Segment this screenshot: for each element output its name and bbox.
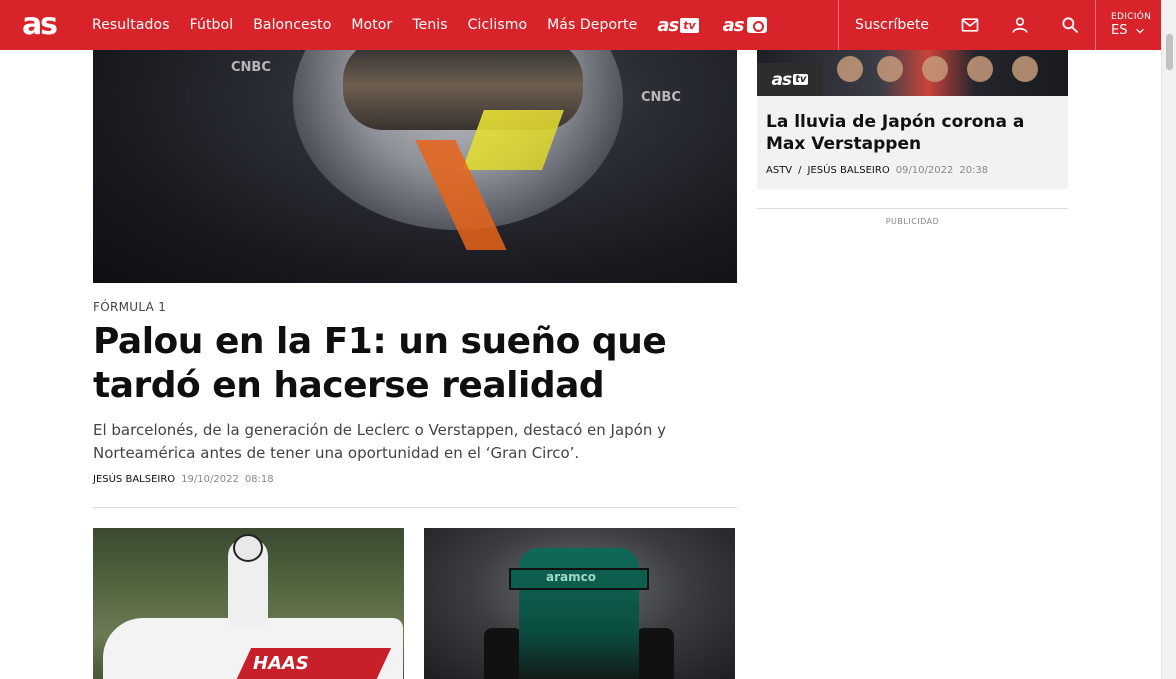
crowd-face — [922, 56, 948, 82]
crowd-face — [837, 56, 863, 82]
edition-label: EDICIÓN — [1111, 12, 1152, 22]
nav-item-ciclismo[interactable]: Ciclismo — [468, 17, 527, 33]
page-scrollbar[interactable] — [1161, 0, 1176, 679]
header-actions: Suscríbete EDICIÓN ES — [838, 0, 1165, 50]
mail-icon — [961, 18, 979, 32]
astv-badge-tv: tv — [793, 74, 809, 85]
haas-logo-text: HAAS — [253, 653, 309, 674]
newsletter-button[interactable] — [945, 0, 995, 50]
related-article-image-aston[interactable]: aramco — [424, 528, 735, 679]
sidebar-card-time: 20:38 — [959, 165, 989, 176]
camera-icon — [746, 17, 767, 33]
sidebar-card-meta: ASTV / JESÚS BALSEIRO 09/10/2022 20:38 — [766, 165, 988, 176]
edition-value-wrap: ES — [1111, 23, 1165, 38]
left-rear-wheel — [484, 628, 522, 679]
article-headline[interactable]: Palou en la F1: un sueño que tardó en ha… — [93, 320, 733, 408]
subscribe-button[interactable]: Suscríbete — [839, 17, 945, 33]
article-author[interactable]: JESÚS BALSEIRO — [93, 474, 175, 485]
chevron-down-icon — [1136, 28, 1145, 34]
sidebar-video-card[interactable]: as tv La lluvia de Japón corona a Max Ve… — [757, 50, 1068, 189]
article-date: 19/10/2022 — [181, 474, 239, 485]
nav-item-resultados[interactable]: Resultados — [92, 17, 170, 33]
crowd-face — [877, 56, 903, 82]
top-navigation-bar: as Resultados Fútbol Baloncesto Motor Te… — [0, 0, 1161, 50]
astv-logo-badge: tv — [680, 17, 699, 33]
search-button[interactable] — [1045, 0, 1095, 50]
nav-item-tenis[interactable]: Tenis — [412, 17, 447, 33]
asfoto-logo-text: as — [722, 14, 745, 36]
search-icon — [1062, 17, 1079, 34]
related-article-image-haas[interactable]: HAAS — [93, 528, 404, 679]
edition-selector[interactable]: EDICIÓN ES — [1096, 0, 1165, 50]
article-summary: El barcelonés, de la generación de Lecle… — [93, 421, 667, 462]
nav-item-futbol[interactable]: Fútbol — [190, 17, 234, 33]
as-logo[interactable]: as — [15, 9, 63, 41]
article-time: 08:18 — [244, 474, 274, 485]
advertising-label: PUBLICIDAD — [885, 217, 940, 226]
nav-item-mas-deporte[interactable]: Más Deporte — [547, 17, 637, 33]
scrollbar-thumb[interactable] — [1166, 34, 1173, 70]
sidebar-card-author[interactable]: JESÚS BALSEIRO — [808, 165, 890, 176]
article-kicker[interactable]: FÓRMULA 1 — [93, 300, 166, 314]
hero-sponsor-right: CNBC — [641, 90, 681, 105]
sidebar-card-title[interactable]: La lluvia de Japón corona a Max Verstapp… — [766, 111, 1061, 155]
user-account-button[interactable] — [995, 0, 1045, 50]
asfoto-link[interactable]: as — [723, 13, 767, 37]
astv-link[interactable]: as tv — [657, 13, 699, 37]
edition-value: ES — [1111, 23, 1128, 38]
astv-badge-text: as — [771, 69, 793, 90]
section-divider — [93, 507, 737, 508]
sidebar-card-image[interactable]: as tv — [757, 50, 1068, 96]
article-byline: JESÚS BALSEIRO 19/10/2022 08:18 — [93, 474, 274, 485]
logo-text[interactable]: as — [22, 10, 58, 40]
nav-item-baloncesto[interactable]: Baloncesto — [253, 17, 331, 33]
nav-item-motor[interactable]: Motor — [351, 17, 392, 33]
sidebar-card-section[interactable]: ASTV — [766, 165, 792, 176]
main-nav: Resultados Fútbol Baloncesto Motor Tenis… — [92, 0, 791, 50]
crowd-face — [1012, 56, 1038, 82]
right-rear-wheel — [636, 628, 674, 679]
sidebar-card-separator: / — [798, 165, 802, 176]
astv-logo-text: as — [657, 14, 679, 36]
sidebar-divider — [757, 208, 1068, 209]
astv-badge: as tv — [757, 63, 823, 96]
driver-helmet — [233, 534, 263, 562]
sidebar-card-date: 09/10/2022 — [895, 165, 954, 176]
aramco-logo-text: aramco — [546, 570, 596, 584]
hero-image[interactable]: CNBC CNBC — [93, 50, 737, 283]
crowd-face — [967, 56, 993, 82]
user-icon — [1012, 17, 1028, 33]
hero-sponsor-left: CNBC — [231, 60, 271, 75]
